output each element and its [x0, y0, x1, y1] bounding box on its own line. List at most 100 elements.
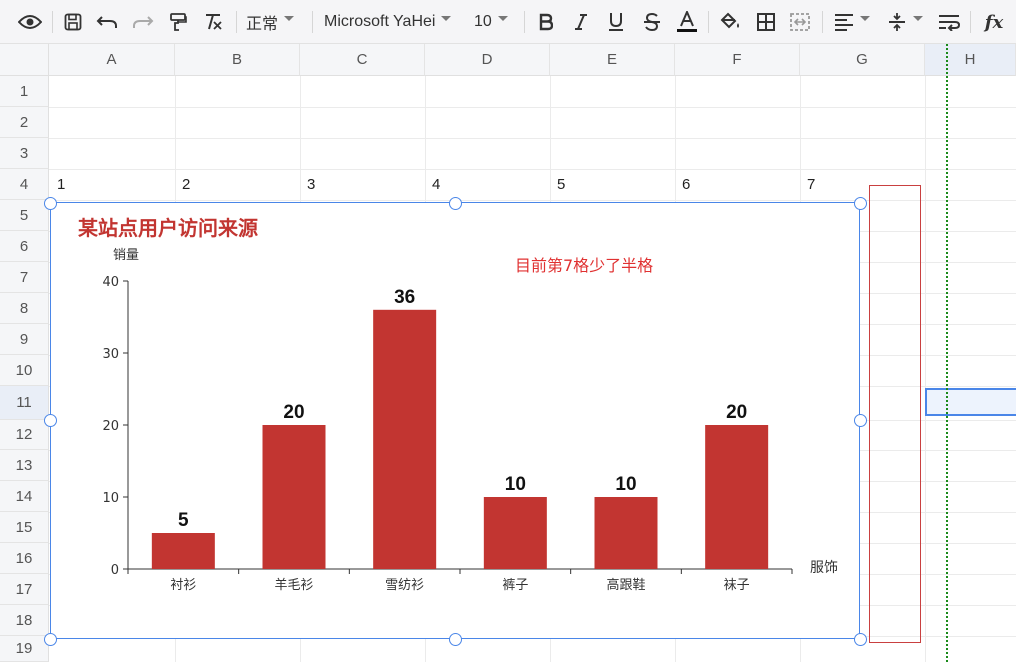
column-header-h[interactable]: H — [925, 44, 1016, 76]
strikethrough-icon[interactable] — [640, 8, 664, 36]
vertical-align-dropdown[interactable] — [884, 8, 926, 36]
font-size-label: 10 — [474, 13, 492, 30]
paragraph-style-dropdown[interactable]: 正常 — [246, 8, 304, 36]
eye-icon[interactable] — [16, 8, 44, 36]
row-header-13[interactable]: 13 — [0, 450, 49, 481]
resize-handle[interactable] — [854, 197, 867, 210]
toolbar: 正常 Microsoft YaHei 10 fx — [0, 0, 1016, 44]
resize-handle[interactable] — [449, 633, 462, 646]
row-header-14[interactable]: 14 — [0, 481, 49, 512]
horizontal-align-dropdown[interactable] — [832, 8, 872, 36]
divider — [312, 11, 313, 33]
chevron-down-icon — [913, 15, 923, 21]
cell-f4[interactable]: 6 — [682, 176, 690, 193]
row-header-18[interactable]: 18 — [0, 605, 49, 636]
cell-b4[interactable]: 2 — [182, 176, 190, 193]
cell-d4[interactable]: 4 — [432, 176, 440, 193]
cell-e4[interactable]: 5 — [557, 176, 565, 193]
bar — [262, 425, 326, 569]
data-label: 10 — [615, 474, 636, 495]
bar — [594, 497, 658, 569]
column-header-f[interactable]: F — [675, 44, 800, 76]
divider — [970, 11, 971, 33]
chevron-down-icon — [284, 15, 295, 21]
divider — [524, 11, 525, 33]
row-header-15[interactable]: 15 — [0, 512, 49, 543]
row-header-6[interactable]: 6 — [0, 231, 49, 262]
font-family-label: Microsoft YaHei — [324, 13, 436, 30]
data-label: 20 — [726, 402, 747, 423]
chevron-down-icon — [860, 15, 870, 21]
resize-handle[interactable] — [44, 197, 57, 210]
fill-color-icon[interactable] — [718, 8, 744, 36]
borders-icon[interactable] — [754, 8, 778, 36]
row-header-3[interactable]: 3 — [0, 138, 49, 169]
column-header-d[interactable]: D — [425, 44, 550, 76]
row-header-5[interactable]: 5 — [0, 200, 49, 231]
bar — [373, 309, 437, 569]
x-axis-label: 服饰 — [810, 560, 838, 576]
divider — [52, 11, 53, 33]
resize-handle[interactable] — [449, 197, 462, 210]
bar — [483, 497, 547, 569]
y-axis-label: 销量 — [113, 248, 139, 263]
resize-handle[interactable] — [44, 633, 57, 646]
row-header-17[interactable]: 17 — [0, 574, 49, 605]
cell-g4[interactable]: 7 — [807, 176, 815, 193]
column-header-g[interactable]: G — [800, 44, 925, 76]
wrap-text-icon[interactable] — [936, 8, 962, 36]
plot-area: 0 10 20 30 40 5 衬衫 20 羊毛衫 36 雪纺衫 10 裤子 10 高跟鞋 20 袜子 — [102, 275, 793, 593]
font-family-dropdown[interactable]: Microsoft YaHei — [324, 8, 464, 36]
cell-c4[interactable]: 3 — [307, 176, 315, 193]
column-header-e[interactable]: E — [550, 44, 675, 76]
row-header-11[interactable]: 11 — [0, 386, 49, 420]
data-label: 20 — [283, 402, 304, 423]
bold-icon[interactable] — [534, 8, 558, 36]
row-header-1[interactable]: 1 — [0, 76, 49, 107]
grid-row-line — [49, 107, 1016, 108]
chart-object[interactable]: 某站点用户访问来源 销量 服饰 目前第7格少了半格 0 10 20 30 40 5 衬衫 20… — [50, 202, 860, 639]
merge-cells-icon[interactable] — [788, 8, 812, 36]
underline-icon[interactable] — [604, 8, 628, 36]
row-header-7[interactable]: 7 — [0, 262, 49, 293]
row-header-9[interactable]: 9 — [0, 324, 49, 355]
format-painter-icon[interactable] — [166, 8, 190, 36]
x-tick-label: 裤子 — [502, 578, 528, 593]
chevron-down-icon — [441, 15, 452, 21]
y-tick-label: 30 — [102, 347, 119, 362]
resize-handle[interactable] — [854, 633, 867, 646]
column-header-b[interactable]: B — [175, 44, 300, 76]
row-header-19[interactable]: 19 — [0, 636, 49, 662]
annotation-text: 目前第7格少了半格 — [515, 256, 653, 275]
undo-icon[interactable] — [94, 8, 120, 36]
x-tick-label: 雪纺衫 — [385, 578, 424, 593]
x-tick-label: 袜子 — [724, 578, 750, 593]
function-icon: fx — [984, 11, 1004, 33]
italic-icon[interactable] — [569, 8, 593, 36]
font-size-dropdown[interactable]: 10 — [474, 8, 518, 36]
clear-format-icon[interactable] — [200, 8, 226, 36]
y-tick-label: 10 — [102, 491, 119, 506]
x-tick-label: 高跟鞋 — [606, 577, 645, 593]
resize-handle[interactable] — [854, 414, 867, 427]
resize-handle[interactable] — [44, 414, 57, 427]
row-header-16[interactable]: 16 — [0, 543, 49, 574]
chevron-down-icon — [497, 15, 508, 21]
redo-icon[interactable] — [130, 8, 156, 36]
row-header-12[interactable]: 12 — [0, 420, 49, 450]
x-tick-label: 羊毛衫 — [274, 577, 313, 593]
row-header-4[interactable]: 4 — [0, 169, 49, 200]
row-header-10[interactable]: 10 — [0, 355, 49, 386]
row-header-8[interactable]: 8 — [0, 293, 49, 324]
selected-cell-h11[interactable] — [925, 388, 1016, 416]
row-header-2[interactable]: 2 — [0, 107, 49, 138]
font-color-icon[interactable] — [674, 8, 700, 36]
grid-row-line — [49, 169, 1016, 170]
formula-button[interactable]: fx — [980, 8, 1008, 36]
cell-a4[interactable]: 1 — [57, 176, 65, 193]
save-icon[interactable] — [62, 8, 84, 36]
bar — [705, 425, 769, 569]
column-header-a[interactable]: A — [49, 44, 175, 76]
select-all-corner[interactable] — [0, 44, 49, 76]
column-header-c[interactable]: C — [300, 44, 425, 76]
